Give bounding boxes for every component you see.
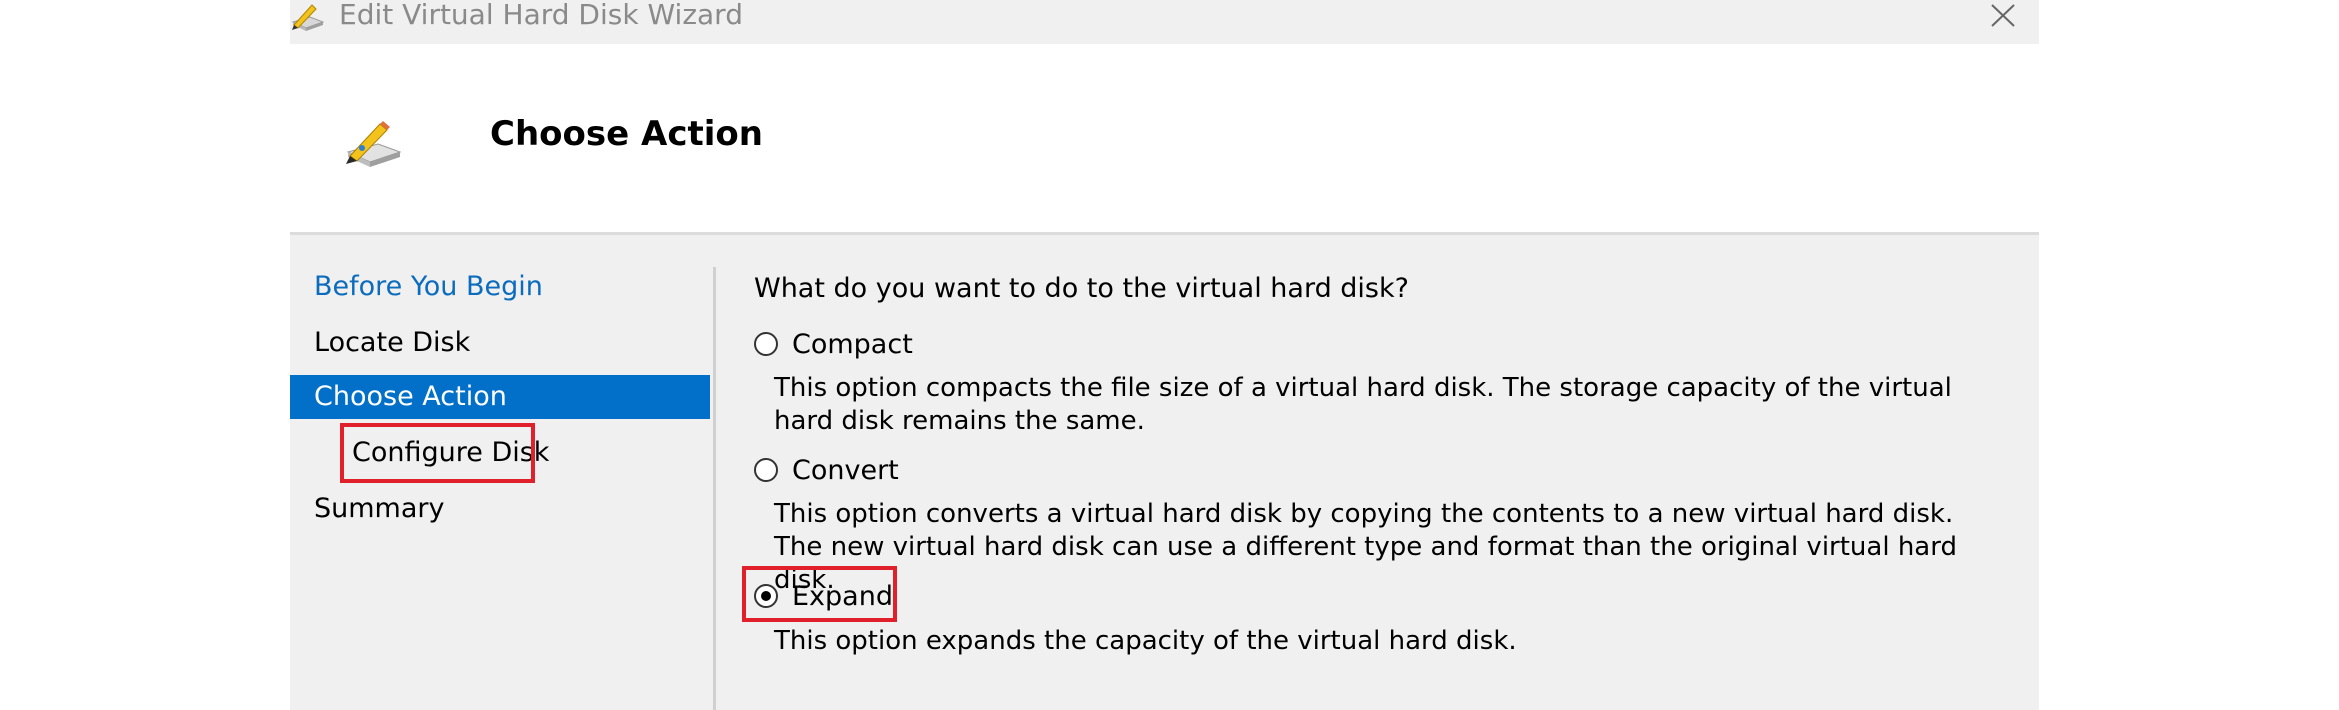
convert-description: This option converts a virtual hard disk… <box>774 499 1957 595</box>
compact-label[interactable]: Compact <box>792 328 913 362</box>
close-icon[interactable] <box>1978 0 2022 32</box>
wizard-body: Before You Begin Locate Disk Choose Acti… <box>290 235 2039 710</box>
action-question: What do you want to do to the virtual ha… <box>754 273 1409 304</box>
nav-item-summary[interactable]: Summary <box>314 487 444 531</box>
wizard-disk-pencil-icon <box>346 121 402 167</box>
compact-radio-button[interactable] <box>754 332 778 356</box>
page-title: Choose Action <box>490 114 763 154</box>
expand-highlight-box <box>742 566 897 622</box>
title-bar: Edit Virtual Hard Disk Wizard <box>290 0 2039 44</box>
nav-item-choose-action[interactable]: Choose Action <box>290 375 710 419</box>
edit-virtual-hard-disk-wizard: Edit Virtual Hard Disk Wizard Choose Act… <box>290 0 2039 710</box>
window-title: Edit Virtual Hard Disk Wizard <box>339 0 743 31</box>
nav-divider <box>713 267 716 710</box>
configure-disk-highlight-box <box>340 423 535 483</box>
nav-item-before-you-begin[interactable]: Before You Begin <box>314 265 543 309</box>
convert-radio-button[interactable] <box>754 458 778 482</box>
nav-item-locate-disk[interactable]: Locate Disk <box>314 321 470 365</box>
expand-description: This option expands the capacity of the … <box>774 626 1517 656</box>
convert-label[interactable]: Convert <box>792 454 899 488</box>
wizard-steps-nav: Before You Begin Locate Disk Choose Acti… <box>290 235 710 710</box>
wizard-disk-pencil-icon <box>291 4 324 31</box>
choose-action-panel: What do you want to do to the virtual ha… <box>742 235 2034 710</box>
compact-description: This option compacts the file size of a … <box>774 373 1952 436</box>
wizard-header: Choose Action <box>290 44 2039 232</box>
